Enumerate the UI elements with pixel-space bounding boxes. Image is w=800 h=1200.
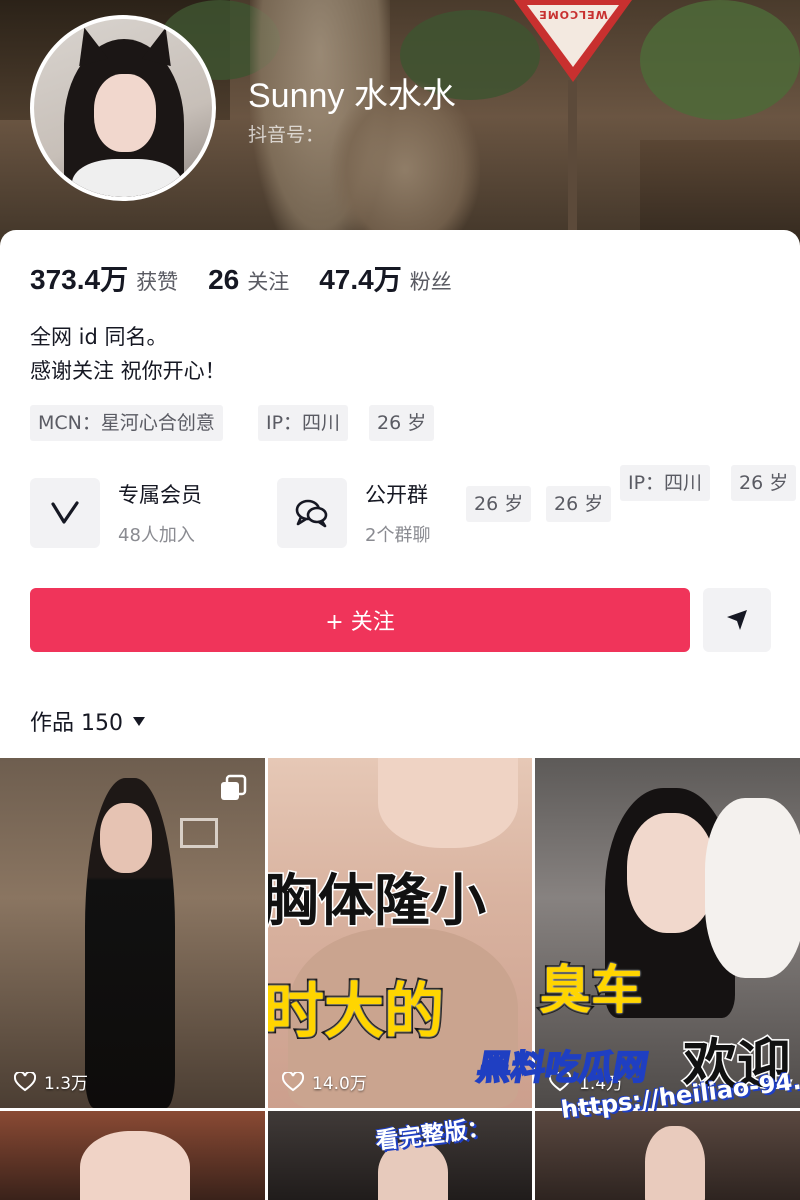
v-icon [30,478,100,548]
send-message-button[interactable] [703,588,771,652]
profile-stats: 373.4万 获赞 26 关注 47.4万 粉丝 [30,258,482,298]
video-thumbnail[interactable] [0,1111,265,1200]
stat-label: 获赞 [136,270,179,294]
stat-label: 粉丝 [409,270,452,294]
stat-value: 47.4万 [319,264,402,295]
watermark-site-name: 黑料吃瓜网 [473,1047,652,1089]
bio-line: 全网 id 同名。 [30,325,168,349]
video-caption: 时大的 [268,975,446,1049]
member-count: 48人加入 [118,525,195,546]
tag-age: 26 岁 [369,405,435,441]
caret-down-icon [133,716,145,726]
tag-age: 26 岁 [731,465,797,501]
stat-value: 373.4万 [30,264,129,295]
tag-mcn[interactable]: MCN：星河心合创意 [30,405,223,441]
bio-line: 感谢关注 祝你开心！ [30,359,226,383]
heart-icon [14,1071,36,1091]
chat-bubbles-icon [277,478,347,548]
video-likes: 1.3万 [14,1069,88,1094]
member-entry[interactable]: 专属会员 48人加入 [30,478,202,548]
stat-label: 关注 [247,270,290,294]
follow-button[interactable]: + 关注 [30,588,690,652]
group-chat-entry[interactable]: 公开群 2个群聊 [277,478,430,548]
follow-label: + 关注 [325,610,395,635]
tag-ip: IP：四川 [620,465,711,501]
heart-icon [282,1071,304,1091]
profile-bio: 全网 id 同名。 感谢关注 祝你开心！ [30,320,226,388]
works-label: 作品 150 [30,711,123,736]
video-thumbnail[interactable] [535,1111,800,1200]
tag-ip: IP：四川 [258,405,349,441]
video-thumbnail[interactable]: 1.3万 [0,758,265,1108]
stat-following[interactable]: 26 关注 [208,264,289,296]
likes-count: 1.3万 [44,1074,89,1094]
group-count: 2个群聊 [365,525,431,546]
multi-image-icon [221,774,247,800]
stat-likes[interactable]: 373.4万 获赞 [30,258,178,298]
tag-age: 26 岁 [546,486,612,522]
avatar[interactable] [30,15,216,201]
stat-value: 26 [208,264,240,295]
profile-nickname: Sunny 水水水 [248,77,456,115]
group-title: 公开群 [365,483,428,507]
wall-frame [180,818,218,848]
likes-count: 14.0万 [312,1074,367,1094]
video-likes: 14.0万 [282,1069,367,1094]
background-plant [640,0,800,120]
video-caption: 胸体隆小 [268,868,488,936]
member-title: 专属会员 [118,483,202,507]
tag-age: 26 岁 [466,486,532,522]
stat-followers[interactable]: 47.4万 粉丝 [319,258,452,298]
sign-text: WELCOME [538,8,608,21]
avatar-image [34,19,212,197]
send-icon [727,610,747,630]
video-caption: 臭车 [537,959,645,1023]
douyin-id-label[interactable]: 抖音号： [248,120,324,147]
works-tab[interactable]: 作品 150 [30,705,145,737]
